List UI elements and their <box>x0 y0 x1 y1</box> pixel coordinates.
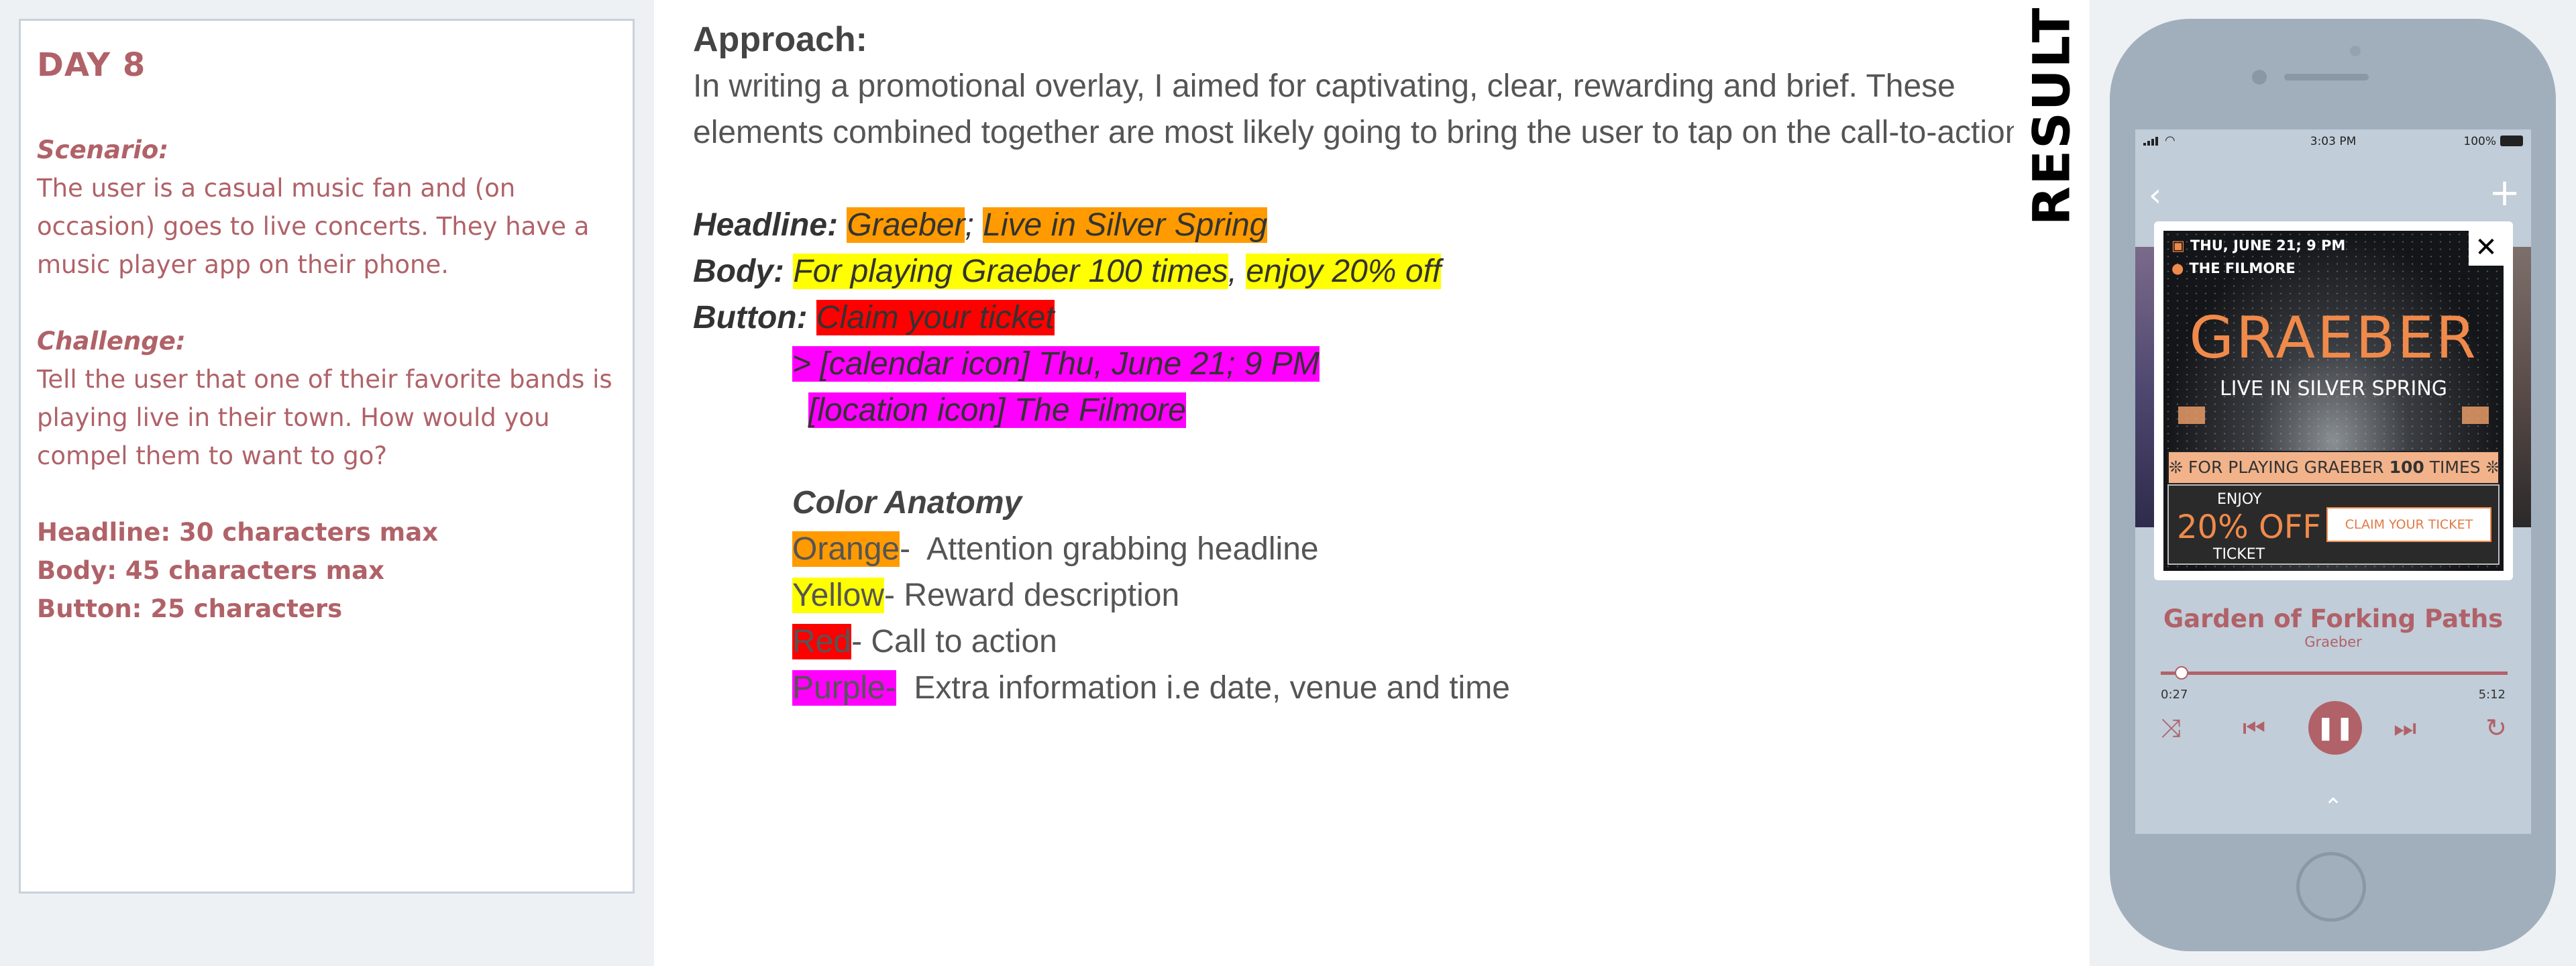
button-text: Claim your ticket <box>816 300 1055 335</box>
next-track-icon[interactable]: ⏭ <box>2394 713 2416 743</box>
event-date-text: THU, JUNE 21; 9 PM <box>2190 237 2346 254</box>
battery-percent: 100% <box>2463 135 2496 148</box>
extra-row-2: [location icon] The Filmore <box>693 387 2051 433</box>
anatomy-separator: - <box>851 624 863 659</box>
color-anatomy-title: Color Anatomy <box>792 485 1022 521</box>
promo-artwork: ▣ THU, JUNE 21; 9 PM ● THE FILMORE ✕ GRAEB… <box>2163 231 2504 571</box>
event-venue-text: THE FILMORE <box>2189 260 2296 276</box>
anatomy-item-purple: Purple- Extra information i.e date, venu… <box>693 665 2051 711</box>
claim-ticket-button[interactable]: CLAIM YOUR TICKET <box>2326 507 2491 542</box>
phone-front-camera <box>2252 70 2267 85</box>
sparkle-icon: ❊ <box>2485 458 2500 477</box>
headline-row: Headline: Graeber; Live in Silver Spring <box>693 202 2051 248</box>
progress-track[interactable] <box>2161 672 2508 675</box>
anatomy-swatch: Orange <box>792 531 900 567</box>
headline-label: Headline: <box>693 207 839 243</box>
shuffle-icon[interactable]: ⤨ <box>2161 713 2181 743</box>
calendar-icon: ▣ <box>2171 237 2185 254</box>
home-button[interactable] <box>2296 852 2366 922</box>
next-album-art[interactable] <box>2511 247 2531 527</box>
approach-title: Approach: <box>693 20 867 59</box>
deal-percent: 20% OFF <box>2177 508 2321 546</box>
offer-prefix: FOR PLAYING GRAEBER <box>2188 458 2390 477</box>
event-venue: ● THE FILMORE <box>2171 260 2296 276</box>
day-title: DAY 8 <box>37 46 146 84</box>
anatomy-swatch: Purple- <box>792 670 896 706</box>
offer-banner: ❊ FOR PLAYING GRAEBER 100 TIMES ❊ <box>2167 451 2500 484</box>
phone-screen: ◠ 3:03 PM 100% ‹ + ▣ THU, JUNE 21; 9 PM ●… <box>2135 129 2531 834</box>
song-artist: Graeber <box>2304 634 2362 650</box>
body-requirement: Body: 45 characters max <box>37 556 384 585</box>
back-chevron-icon[interactable]: ‹ <box>2149 176 2161 214</box>
anatomy-swatch: Red <box>792 624 852 659</box>
anatomy-separator: - <box>885 670 896 706</box>
anatomy-item-yellow: Yellow- Reward description <box>693 572 2051 619</box>
scenario-text: The user is a casual music fan and (on o… <box>37 174 590 279</box>
challenge-heading: Challenge: <box>37 327 186 356</box>
elapsed-time: 0:27 <box>2161 688 2188 702</box>
previous-track-icon[interactable]: ⏮ <box>2243 713 2265 743</box>
body-label: Body: <box>693 254 784 289</box>
previous-album-art[interactable] <box>2135 247 2155 527</box>
challenge-text: Tell the user that one of their favorite… <box>37 365 612 470</box>
promo-overlay: ▣ THU, JUNE 21; 9 PM ● THE FILMORE ✕ GRAEB… <box>2154 221 2513 580</box>
button-requirement: Button: 25 characters <box>37 594 343 623</box>
anatomy-swatch: Yellow <box>792 578 884 613</box>
song-title: Garden of Forking Paths <box>2163 604 2504 633</box>
body-part-1: For playing Graeber 100 times <box>793 254 1228 289</box>
phone-speaker <box>2284 74 2369 80</box>
anatomy-desc: Extra information i.e date, venue and ti… <box>896 670 1510 706</box>
total-time: 5:12 <box>2478 688 2506 702</box>
button-row: Button: Claim your ticket <box>693 294 2051 341</box>
repeat-icon[interactable]: ↻ <box>2485 713 2507 743</box>
result-tab: RESULT <box>2014 0 2089 231</box>
stage-light <box>2178 407 2205 424</box>
anatomy-desc: Call to action <box>862 624 1057 659</box>
event-date: ▣ THU, JUNE 21; 9 PM <box>2171 237 2345 254</box>
band-name: GRAEBER <box>2189 305 2478 372</box>
pause-icon: ❚❚ <box>2316 714 2355 741</box>
body-row: Body: For playing Graeber 100 times, enj… <box>693 248 2051 294</box>
anatomy-item-red: Red- Call to action <box>693 619 2051 665</box>
anatomy-item-orange: Orange- Attention grabbing headline <box>693 526 2051 572</box>
headline-part-1: Graeber <box>847 207 965 243</box>
approach-intro: In writing a promotional overlay, I aime… <box>693 68 2032 150</box>
battery-icon <box>2500 136 2523 146</box>
offer-count: 100 <box>2389 458 2424 477</box>
extra-row-1: > [calendar icon] Thu, June 21; 9 PM <box>693 341 2051 387</box>
deal-ticket: TICKET <box>2213 546 2265 563</box>
extra-venue: [location icon] The Filmore <box>808 392 1186 428</box>
headline-separator: ; <box>965 207 974 243</box>
progress-knob[interactable] <box>2175 666 2189 680</box>
headline-requirement: Headline: 30 characters max <box>37 518 439 547</box>
phone-camera <box>2350 46 2361 56</box>
offer-suffix: TIMES <box>2424 458 2481 477</box>
deal-enjoy: ENJOY <box>2217 491 2262 508</box>
anatomy-desc: Reward description <box>894 578 1180 613</box>
sparkle-icon: ❊ <box>2169 458 2183 477</box>
headline-part-2: Live in Silver Spring <box>983 207 1268 243</box>
pause-button[interactable]: ❚❚ <box>2308 701 2362 755</box>
phone-mockup: ◠ 3:03 PM 100% ‹ + ▣ THU, JUNE 21; 9 PM ●… <box>2110 19 2556 951</box>
anatomy-separator: - <box>900 531 911 567</box>
location-icon: ● <box>2171 260 2184 276</box>
button-label: Button: <box>693 300 808 335</box>
anatomy-desc: Attention grabbing headline <box>910 531 1319 567</box>
close-icon[interactable]: ✕ <box>2469 231 2504 266</box>
extra-date: > [calendar icon] Thu, June 21; 9 PM <box>792 346 1320 382</box>
stage-light <box>2462 407 2489 424</box>
approach-panel: Approach: In writing a promotional overl… <box>654 0 2090 966</box>
anatomy-swatch-label: Purple <box>792 670 885 706</box>
body-separator: , <box>1228 254 1237 289</box>
scenario-heading: Scenario: <box>37 136 169 164</box>
anatomy-separator: - <box>884 578 895 613</box>
result-label: RESULT <box>2021 6 2082 225</box>
body-part-2: enjoy 20% off <box>1246 254 1442 289</box>
status-bar: ◠ 3:03 PM 100% <box>2135 129 2531 154</box>
chevron-up-icon[interactable]: ⌃ <box>2135 794 2531 820</box>
add-icon[interactable]: + <box>2489 171 2520 215</box>
deal-box: ENJOY 20% OFF TICKET CLAIM YOUR TICKET <box>2167 484 2500 565</box>
brief-card: DAY 8 Scenario: The user is a casual mus… <box>19 19 635 894</box>
event-subtitle: LIVE IN SILVER SPRING <box>2219 377 2448 400</box>
